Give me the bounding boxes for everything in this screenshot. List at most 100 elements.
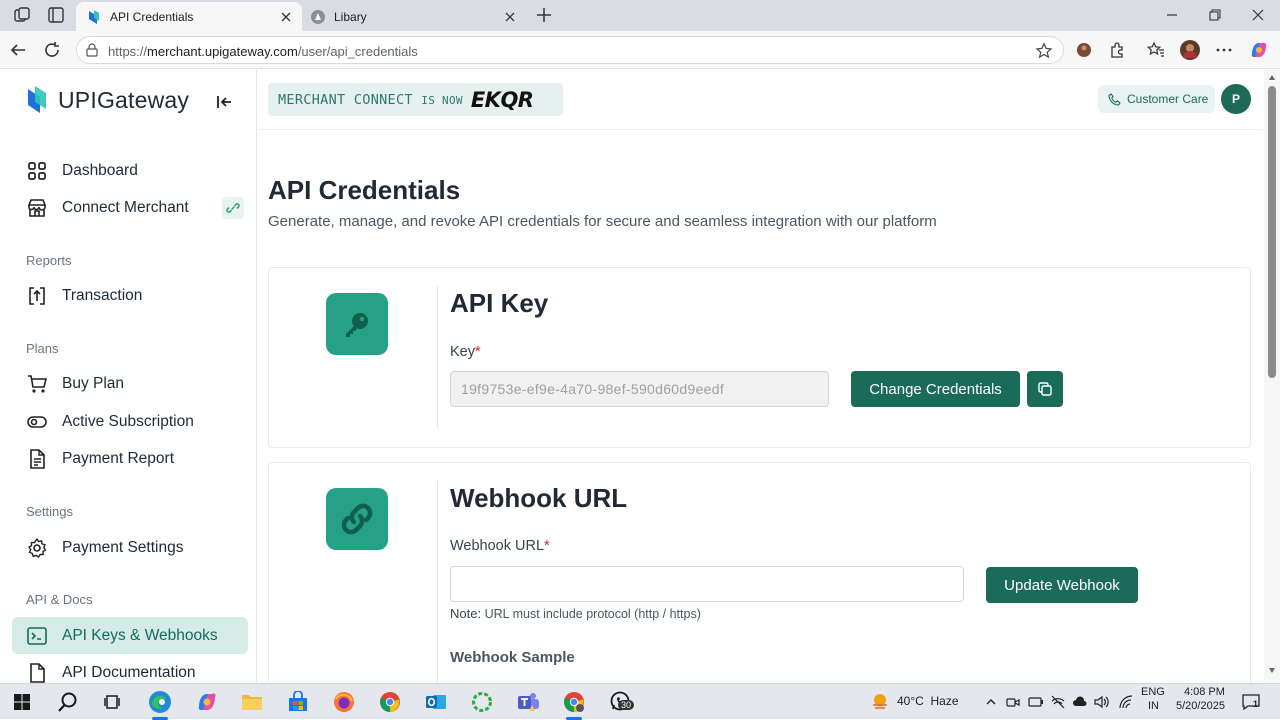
meet-now-icon[interactable]	[1005, 694, 1021, 710]
minimize-icon[interactable]	[1163, 6, 1181, 24]
browser-tab-strip: API Credentials Libary	[0, 0, 1280, 31]
section-label-plans: Plans	[26, 341, 59, 356]
logo-text: UPIGateway	[58, 86, 190, 113]
new-tab-icon[interactable]	[535, 6, 553, 24]
loading-app-icon[interactable]	[470, 690, 494, 714]
key-icon	[326, 293, 388, 355]
battery-icon[interactable]	[1028, 694, 1044, 710]
close-tab-icon[interactable]	[502, 9, 518, 25]
firefox-icon[interactable]	[332, 690, 356, 714]
more-options-icon[interactable]	[1214, 40, 1234, 60]
teams-icon[interactable]	[516, 690, 540, 714]
tab-title: API Credentials	[110, 9, 194, 24]
ekqr-promo-banner[interactable]: MERCHANT CONNECT IS NOW EKQR	[268, 83, 563, 116]
outlook-icon[interactable]	[424, 690, 448, 714]
upigateway-logo[interactable]: UPIGateway	[26, 85, 189, 115]
avatar[interactable]: P	[1221, 84, 1251, 114]
api-key-title: API Key	[450, 288, 549, 318]
search-icon[interactable]	[56, 690, 80, 714]
workspaces-icon[interactable]	[13, 6, 31, 24]
document-icon	[26, 448, 48, 470]
edge-browser-icon[interactable]	[148, 690, 172, 720]
restore-icon[interactable]	[1206, 6, 1224, 24]
sidebar-item-dashboard[interactable]: Dashboard	[12, 152, 248, 189]
card-divider	[437, 286, 438, 429]
page-subtitle: Generate, manage, and revoke API credent…	[268, 213, 937, 230]
sidebar-item-payment-report[interactable]: Payment Report	[12, 440, 248, 477]
phone-icon	[1108, 92, 1121, 106]
microsoft-store-icon[interactable]	[286, 690, 310, 714]
sidebar-item-connect-merchant[interactable]: Connect Merchant	[12, 189, 248, 226]
scroll-up-icon[interactable]	[1268, 74, 1276, 82]
chevron-up-icon[interactable]	[983, 694, 999, 710]
scroll-down-icon[interactable]	[1268, 666, 1276, 674]
library-favicon-icon	[310, 9, 326, 25]
windows-taskbar: 30 40°C Haze ENG IN 4:08 PM 5/20/2025 1	[0, 683, 1280, 720]
site-info-icon[interactable]	[85, 43, 99, 57]
sidebar-item-transaction[interactable]: Transaction	[12, 277, 248, 314]
extensions-puzzle-icon[interactable]	[1108, 40, 1128, 60]
clock[interactable]: 4:08 PM 5/20/2025	[1176, 686, 1225, 712]
main-content: MERCHANT CONNECT IS NOW EKQR Customer Ca…	[258, 70, 1263, 683]
file-explorer-icon[interactable]	[240, 690, 264, 714]
task-view-icon[interactable]	[101, 690, 125, 714]
sidebar-item-label: Transaction	[62, 286, 143, 304]
copy-key-button[interactable]	[1027, 371, 1063, 407]
close-tab-icon[interactable]	[278, 9, 294, 25]
address-bar[interactable]: https://merchant.upigateway.com/user/api…	[76, 36, 1064, 64]
windows-start-icon[interactable]	[10, 690, 34, 714]
dashboard-grid-icon	[26, 160, 48, 182]
sidebar-item-label: Active Subscription	[62, 412, 194, 430]
refresh-icon[interactable]	[43, 41, 61, 59]
sidebar-item-api-documentation[interactable]: API Documentation	[12, 654, 248, 683]
sidebar-item-api-keys-webhooks[interactable]: API Keys & Webhooks	[12, 617, 248, 654]
favorites-icon[interactable]	[1146, 40, 1166, 60]
weather-text[interactable]: 40°C Haze	[897, 694, 959, 708]
favorite-star-icon[interactable]	[1035, 42, 1053, 60]
api-key-field[interactable]: 19f9753e-ef9e-4a70-98ef-590d60d9eedf	[450, 371, 829, 407]
tab-api-credentials[interactable]: API Credentials	[76, 2, 302, 31]
link-icon	[222, 197, 244, 219]
top-header: MERCHANT CONNECT IS NOW EKQR Customer Ca…	[258, 70, 1263, 130]
key-label: Key*	[450, 344, 481, 360]
webhook-title: Webhook URL	[450, 483, 628, 513]
upigateway-logo-icon	[26, 85, 48, 115]
sidebar-item-payment-settings[interactable]: Payment Settings	[12, 529, 248, 566]
change-credentials-button[interactable]: Change Credentials	[851, 371, 1020, 407]
tab-libary[interactable]: Libary	[300, 2, 526, 31]
weather-icon[interactable]	[870, 690, 890, 710]
collapse-sidebar-icon[interactable]	[215, 93, 235, 111]
customer-care-button[interactable]: Customer Care	[1098, 85, 1215, 113]
document-icon	[26, 662, 48, 684]
sidebar-item-label: Dashboard	[62, 161, 138, 179]
promo-text: MERCHANT CONNECT IS NOW	[278, 91, 463, 108]
copilot-icon[interactable]	[1249, 40, 1269, 60]
input-language[interactable]: ENG IN	[1141, 686, 1165, 712]
user-avatar[interactable]	[1180, 40, 1200, 60]
sidebar-item-label: API Documentation	[62, 663, 196, 681]
close-window-icon[interactable]	[1249, 6, 1267, 24]
chrome-profile-icon[interactable]	[562, 690, 586, 720]
chrome-icon[interactable]	[378, 690, 402, 714]
onedrive-icon[interactable]	[1072, 694, 1088, 710]
profile-extension-icon[interactable]	[1074, 40, 1094, 60]
sidebar-item-label: Payment Settings	[62, 538, 184, 556]
tab-actions-icon[interactable]	[47, 6, 65, 24]
volume-icon[interactable]	[1094, 694, 1110, 710]
back-arrow-icon[interactable]	[9, 41, 27, 59]
sidebar-item-active-subscription[interactable]: Active Subscription	[12, 403, 248, 440]
copy-icon	[1037, 381, 1053, 397]
update-webhook-button[interactable]: Update Webhook	[986, 567, 1138, 603]
store-icon	[26, 197, 48, 219]
network-off-icon[interactable]	[1050, 694, 1066, 710]
webhook-url-input[interactable]	[450, 566, 964, 602]
sidebar-item-buy-plan[interactable]: Buy Plan	[12, 365, 248, 402]
wifi-icon[interactable]	[1118, 694, 1134, 710]
card-divider	[437, 481, 438, 683]
page-scrollbar[interactable]	[1264, 70, 1280, 683]
copilot-app-icon[interactable]	[195, 690, 219, 714]
toggle-icon	[26, 411, 48, 433]
webhook-sample-heading: Webhook Sample	[450, 649, 575, 666]
scrollbar-thumb[interactable]	[1268, 86, 1276, 378]
sidebar-item-label: Buy Plan	[62, 374, 125, 392]
